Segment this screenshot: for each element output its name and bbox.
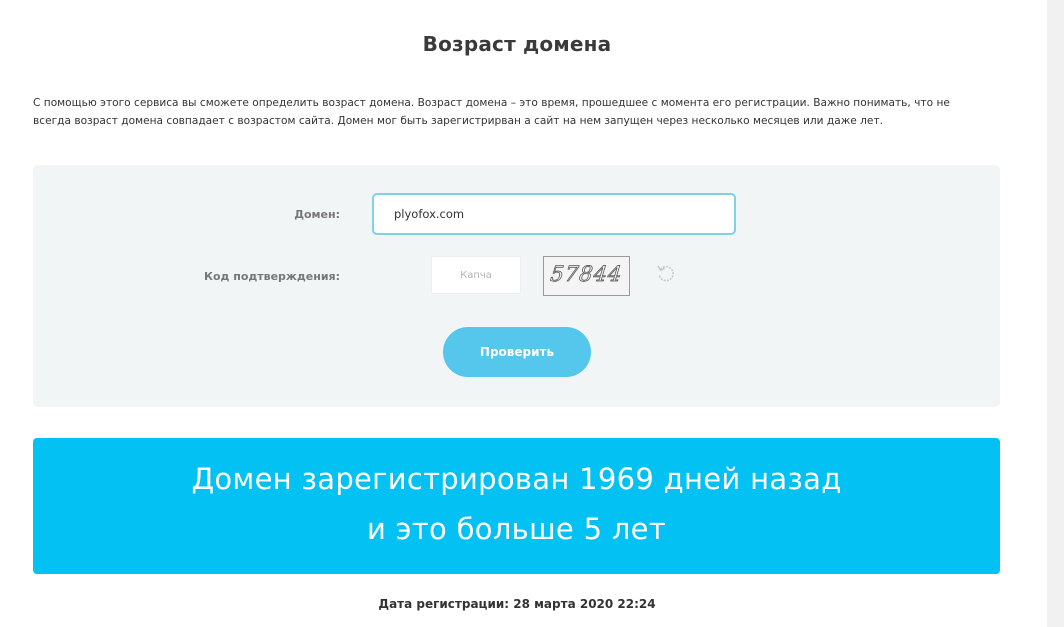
refresh-icon[interactable]: [656, 263, 676, 283]
captcha-image-text: 57844: [549, 262, 624, 287]
service-description: С помощью этого сервиса вы сможете опред…: [33, 97, 950, 127]
confirmation-code-label: Код подтверждения:: [203, 270, 340, 283]
page-title: Возраст домена: [422, 32, 612, 56]
result-days-text: Домен зарегистрирован 1969 дней назад: [191, 462, 842, 496]
domain-label: Домен:: [294, 208, 340, 221]
domain-input[interactable]: [372, 193, 736, 235]
check-button[interactable]: Проверить: [443, 327, 591, 377]
page-scrollbar[interactable]: [1047, 0, 1064, 627]
captcha-input[interactable]: [431, 256, 521, 294]
result-banner: Домен зарегистрирован 1969 дней назад и …: [33, 438, 1000, 574]
registration-date: Дата регистрации: 28 марта 2020 22:24: [378, 597, 656, 611]
captcha-image: 57844: [543, 256, 630, 296]
result-years-text: и это больше 5 лет: [366, 512, 667, 546]
